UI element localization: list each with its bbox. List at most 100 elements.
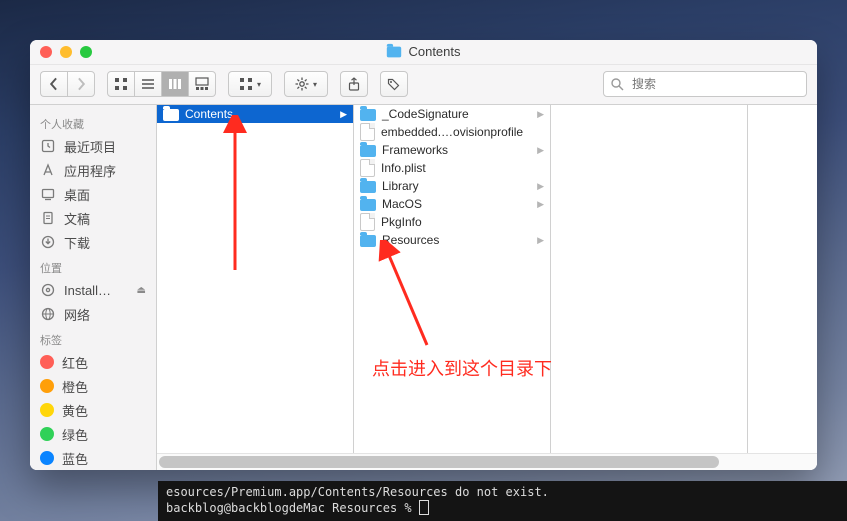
chevron-right-icon: ▶ [537, 181, 544, 192]
eject-icon[interactable]: ⏏ [137, 285, 146, 296]
minimize-button[interactable] [60, 46, 72, 58]
sidebar-tag-orange[interactable]: 橙色 [30, 374, 156, 398]
file-name: MacOS [382, 197, 422, 211]
folder-icon [360, 181, 376, 193]
file-row[interactable]: Library ▶ [354, 177, 550, 195]
close-button[interactable] [40, 46, 52, 58]
tag-icon [387, 77, 401, 91]
downloads-icon [40, 234, 56, 250]
sidebar-tag-blue[interactable]: 蓝色 [30, 446, 156, 470]
nav-group [40, 71, 95, 97]
search-icon [610, 77, 624, 91]
tag-dot-icon [40, 403, 54, 417]
tag-dot-icon [40, 355, 54, 369]
file-name: Contents [185, 107, 233, 121]
terminal-prompt: backblog@backblogdeMac Resources % [166, 501, 419, 515]
sidebar-tag-yellow[interactable]: 黄色 [30, 398, 156, 422]
file-row[interactable]: Info.plist [354, 159, 550, 177]
sidebar-section-favorites: 个人收藏 [30, 110, 156, 134]
sidebar-item-label: 应用程序 [64, 161, 116, 180]
view-icon-button[interactable] [107, 71, 135, 97]
back-button[interactable] [40, 71, 67, 97]
scrollbar-thumb[interactable] [159, 456, 719, 468]
file-name: Info.plist [381, 161, 426, 175]
sidebar-item-label: 文稿 [64, 209, 90, 228]
action-button[interactable]: ▾ [284, 71, 328, 97]
share-icon [347, 77, 361, 91]
search-input[interactable] [630, 76, 800, 92]
window-title: Contents [386, 44, 460, 59]
folder-icon [360, 109, 376, 121]
chevron-right-icon: ▶ [537, 109, 544, 120]
tag-dot-icon [40, 451, 54, 465]
grid-icon [114, 77, 128, 91]
toolbar: ▾ ▾ [30, 65, 817, 105]
file-icon [360, 159, 375, 177]
view-gallery-button[interactable] [189, 71, 216, 97]
sidebar-item-documents[interactable]: 文稿 [30, 206, 156, 230]
chevron-right-icon [74, 77, 88, 91]
finder-window: Contents ▾ ▾ [30, 40, 817, 470]
share-button[interactable] [340, 71, 368, 97]
group-by-button[interactable]: ▾ [228, 71, 272, 97]
desktop-icon [40, 186, 56, 202]
sidebar-tag-green[interactable]: 绿色 [30, 422, 156, 446]
terminal-line-2: backblog@backblogdeMac Resources % [166, 500, 839, 516]
list-icon [141, 77, 155, 91]
content-body: 个人收藏 最近项目 应用程序 桌面 文稿 下载 位置 Install…⏏ 网络 … [30, 105, 817, 470]
view-columns-button[interactable] [162, 71, 189, 97]
zoom-button[interactable] [80, 46, 92, 58]
file-row[interactable]: _CodeSignature ▶ [354, 105, 550, 123]
tag-dot-icon [40, 427, 54, 441]
sidebar-item-desktop[interactable]: 桌面 [30, 182, 156, 206]
sidebar-tag-red[interactable]: 红色 [30, 350, 156, 374]
file-row[interactable]: Resources▶ [354, 231, 550, 249]
sidebar-item-label: 桌面 [64, 185, 90, 204]
sidebar-section-locations: 位置 [30, 254, 156, 278]
sidebar-item-downloads[interactable]: 下载 [30, 230, 156, 254]
sidebar-item-label: 黄色 [62, 401, 88, 420]
file-name: _CodeSignature [382, 107, 469, 121]
file-name: embedded.…ovisionprofile [381, 125, 523, 139]
sidebar-item-label: 蓝色 [62, 449, 88, 468]
column-3 [551, 105, 748, 470]
sidebar-item-applications[interactable]: 应用程序 [30, 158, 156, 182]
terminal-panel: esources/Premium.app/Contents/Resources … [158, 481, 847, 521]
sidebar-item-label: 下载 [64, 233, 90, 252]
view-mode-segment [107, 71, 216, 97]
sidebar-item-label: 最近项目 [64, 137, 116, 156]
file-row[interactable]: PkgInfo [354, 213, 550, 231]
chevron-right-icon: ▶ [537, 199, 544, 210]
globe-icon [40, 306, 56, 322]
chevron-down-icon: ▾ [313, 80, 317, 89]
view-list-button[interactable] [135, 71, 162, 97]
search-field[interactable] [603, 71, 807, 97]
file-row[interactable]: Frameworks▶ [354, 141, 550, 159]
terminal-line-1: esources/Premium.app/Contents/Resources … [166, 484, 839, 500]
sidebar-item-recents[interactable]: 最近项目 [30, 134, 156, 158]
sidebar-section-tags: 标签 [30, 326, 156, 350]
forward-button[interactable] [67, 71, 95, 97]
gear-icon [295, 77, 309, 91]
disc-icon [40, 282, 56, 298]
chevron-down-icon: ▾ [257, 80, 261, 89]
clock-icon [40, 138, 56, 154]
sidebar: 个人收藏 最近项目 应用程序 桌面 文稿 下载 位置 Install…⏏ 网络 … [30, 105, 157, 470]
chevron-right-icon: ▶ [340, 109, 347, 120]
horizontal-scrollbar[interactable] [157, 453, 817, 470]
column-view: Contents ▶ _CodeSignature ▶ embedded.…ovis… [157, 105, 817, 470]
file-name: PkgInfo [381, 215, 422, 229]
sidebar-item-label: 网络 [64, 305, 90, 324]
tags-button[interactable] [380, 71, 408, 97]
file-name: Library [382, 179, 419, 193]
file-row[interactable]: MacOS ▶ [354, 195, 550, 213]
file-row[interactable]: embedded.…ovisionprofile [354, 123, 550, 141]
folder-icon [360, 199, 376, 211]
file-name: Frameworks [382, 143, 448, 157]
stack-icon [239, 77, 253, 91]
window-title-text: Contents [408, 44, 460, 59]
sidebar-item-install-disk[interactable]: Install…⏏ [30, 278, 156, 302]
sidebar-item-network[interactable]: 网络 [30, 302, 156, 326]
file-row-contents[interactable]: Contents ▶ [157, 105, 353, 123]
sidebar-item-label: 橙色 [62, 377, 88, 396]
